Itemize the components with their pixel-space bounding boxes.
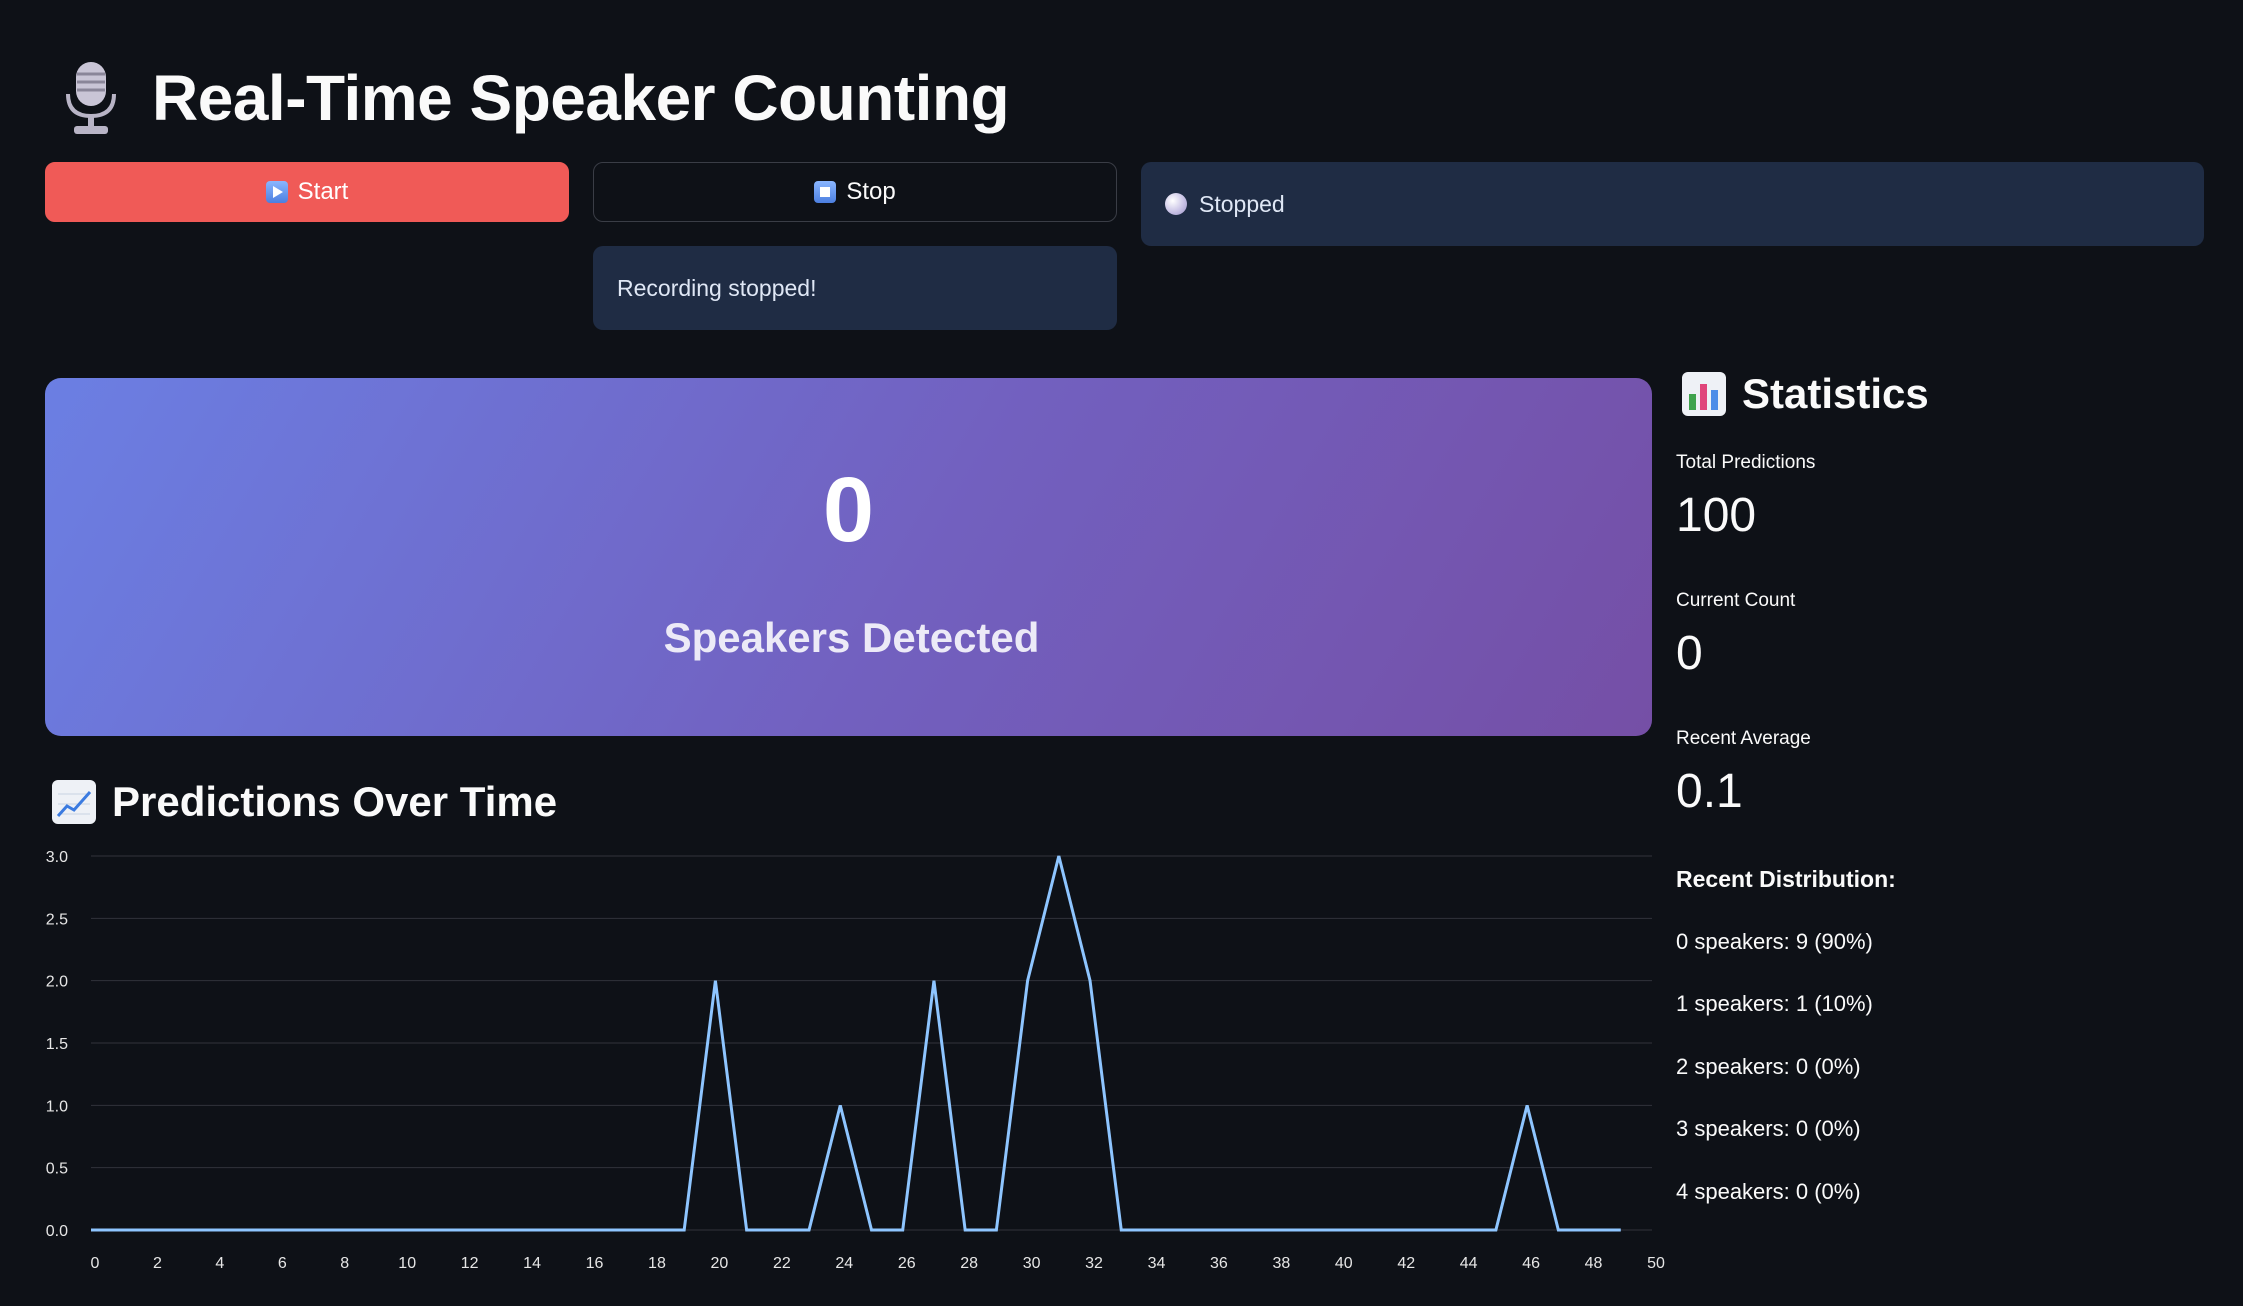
x-tick-label: 38 bbox=[1272, 1255, 1290, 1272]
x-tick-label: 0 bbox=[91, 1255, 100, 1272]
x-tick-label: 26 bbox=[898, 1255, 916, 1272]
speaker-count-label: Speakers Detected bbox=[663, 614, 1040, 661]
y-tick-label: 0.0 bbox=[46, 1223, 68, 1240]
x-tick-label: 22 bbox=[773, 1255, 791, 1272]
x-tick-label: 40 bbox=[1335, 1255, 1353, 1272]
metric-label-total: Total Predictions bbox=[1676, 452, 1816, 473]
x-tick-label: 48 bbox=[1585, 1255, 1603, 1272]
x-tick-label: 34 bbox=[1148, 1255, 1166, 1272]
chart-heading: Predictions Over Time bbox=[52, 778, 557, 826]
x-tick-label: 14 bbox=[523, 1255, 541, 1272]
distribution-heading: Recent Distribution: bbox=[1676, 866, 1896, 892]
microphone-icon bbox=[66, 62, 116, 134]
chart-title: Predictions Over Time bbox=[112, 778, 558, 825]
y-tick-label: 0.5 bbox=[46, 1161, 68, 1178]
x-tick-label: 18 bbox=[648, 1255, 666, 1272]
x-tick-label: 6 bbox=[278, 1255, 287, 1272]
x-tick-label: 46 bbox=[1522, 1255, 1540, 1272]
recording-stopped-text: Recording stopped! bbox=[617, 274, 817, 301]
start-button[interactable]: Start bbox=[45, 162, 569, 222]
y-tick-label: 2.0 bbox=[46, 974, 68, 991]
metric-value-average: 0.1 bbox=[1676, 765, 1743, 818]
x-tick-label: 28 bbox=[960, 1255, 978, 1272]
x-tick-label: 50 bbox=[1647, 1255, 1665, 1272]
status-text: Stopped bbox=[1199, 190, 1285, 217]
metric-label-average: Recent Average bbox=[1676, 728, 1811, 749]
stop-icon bbox=[814, 181, 837, 203]
distribution-item: 0 speakers: 9 (90%) bbox=[1676, 929, 1873, 954]
x-tick-label: 36 bbox=[1210, 1255, 1228, 1272]
y-tick-label: 2.5 bbox=[46, 911, 68, 928]
x-tick-label: 42 bbox=[1397, 1255, 1415, 1272]
x-tick-label: 44 bbox=[1460, 1255, 1478, 1272]
distribution-item: 3 speakers: 0 (0%) bbox=[1676, 1116, 1861, 1141]
status-alert: Stopped bbox=[1141, 162, 2204, 246]
statistics-heading: Statistics bbox=[1682, 370, 1929, 418]
x-tick-label: 16 bbox=[586, 1255, 604, 1272]
x-tick-label: 8 bbox=[340, 1255, 349, 1272]
start-button-label: Start bbox=[297, 178, 349, 205]
predictions-line-chart: 0.00.51.01.52.02.53.00 2 4 6 8 10 12 14 16 18 20 22… bbox=[46, 849, 1665, 1272]
y-tick-label: 1.0 bbox=[46, 1098, 68, 1115]
stop-button-label: Stop bbox=[846, 178, 896, 205]
speaker-count-card: 0 Speakers Detected bbox=[45, 378, 1652, 736]
metric-value-total: 100 bbox=[1676, 489, 1757, 542]
distribution-item: 1 speakers: 1 (10%) bbox=[1676, 991, 1873, 1016]
speaker-count-value: 0 bbox=[822, 459, 875, 561]
distribution-item: 2 speakers: 0 (0%) bbox=[1676, 1054, 1861, 1079]
x-tick-label: 30 bbox=[1023, 1255, 1041, 1272]
recording-stopped-alert: Recording stopped! bbox=[593, 246, 1117, 330]
page-header: Real-Time Speaker Counting bbox=[60, 52, 1010, 144]
status-dot-icon bbox=[1165, 193, 1187, 215]
x-tick-label: 24 bbox=[835, 1255, 853, 1272]
metric-value-current: 0 bbox=[1676, 627, 1703, 680]
stop-button[interactable]: Stop bbox=[593, 162, 1117, 222]
x-tick-label: 32 bbox=[1085, 1255, 1103, 1272]
y-tick-label: 1.5 bbox=[46, 1036, 68, 1053]
distribution-item: 4 speakers: 0 (0%) bbox=[1676, 1179, 1861, 1204]
x-tick-label: 10 bbox=[398, 1255, 416, 1272]
metric-label-current: Current Count bbox=[1676, 590, 1796, 611]
bar-chart-icon bbox=[1682, 372, 1726, 416]
play-icon bbox=[265, 181, 288, 203]
statistics-title: Statistics bbox=[1742, 370, 1929, 417]
x-tick-label: 4 bbox=[215, 1255, 224, 1272]
x-tick-label: 2 bbox=[153, 1255, 162, 1272]
x-tick-label: 12 bbox=[461, 1255, 479, 1272]
x-tick-label: 20 bbox=[711, 1255, 729, 1272]
line-chart-icon bbox=[52, 780, 96, 824]
y-tick-label: 3.0 bbox=[46, 849, 68, 866]
page-title: Real-Time Speaker Counting bbox=[152, 62, 1010, 134]
